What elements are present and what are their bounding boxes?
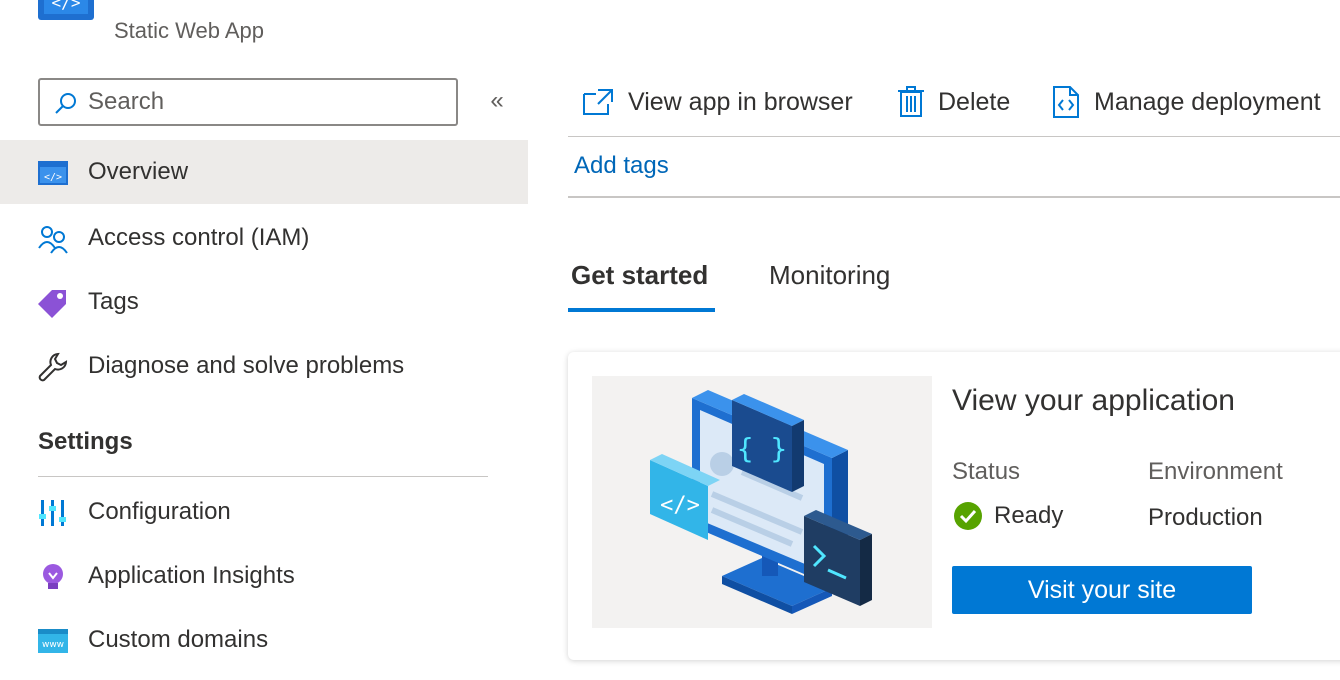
trash-icon xyxy=(898,86,924,117)
sidebar-item-diagnose[interactable]: Diagnose and solve problems xyxy=(0,334,528,398)
sidebar-item-tags[interactable]: Tags xyxy=(0,270,528,334)
manage-deployment-button[interactable]: Manage deployment xyxy=(1052,80,1321,124)
view-app-in-browser-button[interactable]: View app in browser xyxy=(582,80,853,124)
toolbar-label: View app in browser xyxy=(628,87,853,116)
toolbar-divider xyxy=(568,136,1340,137)
visit-your-site-button[interactable]: Visit your site xyxy=(952,566,1252,614)
search-icon xyxy=(55,93,76,114)
search-input[interactable] xyxy=(88,86,438,118)
status-label: Status xyxy=(952,458,1021,485)
essentials-divider xyxy=(568,196,1340,198)
environment-value: Production xyxy=(1148,504,1263,531)
tag-icon xyxy=(38,288,68,318)
open-external-icon xyxy=(583,89,613,115)
svg-text:</>: </> xyxy=(44,172,62,183)
settings-section-header: Settings xyxy=(38,428,133,455)
active-tab-indicator xyxy=(568,308,715,312)
svg-text:www: www xyxy=(42,640,64,650)
sidebar-item-label: Configuration xyxy=(88,498,231,525)
overview-icon: </> xyxy=(38,158,68,188)
sidebar-item-overview[interactable]: </> Overview xyxy=(0,140,528,204)
tab-get-started[interactable]: Get started xyxy=(571,260,708,291)
svg-text:{ }: { } xyxy=(737,432,788,465)
status-value: Ready xyxy=(994,502,1064,529)
sidebar-item-label: Application Insights xyxy=(88,562,295,589)
sidebar-item-custom-domains[interactable]: www Custom domains xyxy=(0,608,528,672)
www-icon: www xyxy=(38,626,68,656)
search-box[interactable] xyxy=(38,78,458,126)
sidebar-item-configuration[interactable]: Configuration xyxy=(0,480,528,544)
sidebar-item-access-control[interactable]: Access control (IAM) xyxy=(0,206,528,270)
people-icon xyxy=(38,224,68,254)
sidebar-item-label: Overview xyxy=(88,158,189,185)
sidebar-item-application-insights[interactable]: Application Insights xyxy=(0,544,528,608)
toolbar-label: Delete xyxy=(938,87,1011,116)
card-title: View your application xyxy=(952,384,1235,417)
resource-type-subtitle: Static Web App xyxy=(114,18,265,43)
static-web-app-icon: </> xyxy=(38,0,94,20)
delete-button[interactable]: Delete xyxy=(898,80,1010,124)
environment-label: Environment xyxy=(1148,458,1283,485)
svg-text:</>: </> xyxy=(660,493,700,518)
status-indicator: Ready xyxy=(954,502,1063,530)
sidebar-item-label: Diagnose and solve problems xyxy=(88,352,405,379)
lightbulb-icon xyxy=(38,562,68,592)
settings-divider xyxy=(38,476,488,477)
code-file-icon xyxy=(1053,86,1079,118)
check-circle-icon xyxy=(954,502,982,530)
collapse-sidebar-button[interactable]: « xyxy=(482,86,512,116)
sidebar-item-label: Custom domains xyxy=(88,626,269,653)
add-tags-link[interactable]: Add tags xyxy=(574,152,669,180)
sidebar-item-label: Access control (IAM) xyxy=(88,224,310,251)
sliders-icon xyxy=(38,498,68,528)
view-application-card: { } </> View your application Status Env… xyxy=(568,352,1340,660)
tab-monitoring[interactable]: Monitoring xyxy=(769,260,890,291)
application-illustration: { } </> xyxy=(592,376,932,628)
sidebar-item-label: Tags xyxy=(88,288,139,315)
toolbar-label: Manage deployment xyxy=(1094,87,1321,116)
wrench-icon xyxy=(38,352,68,382)
